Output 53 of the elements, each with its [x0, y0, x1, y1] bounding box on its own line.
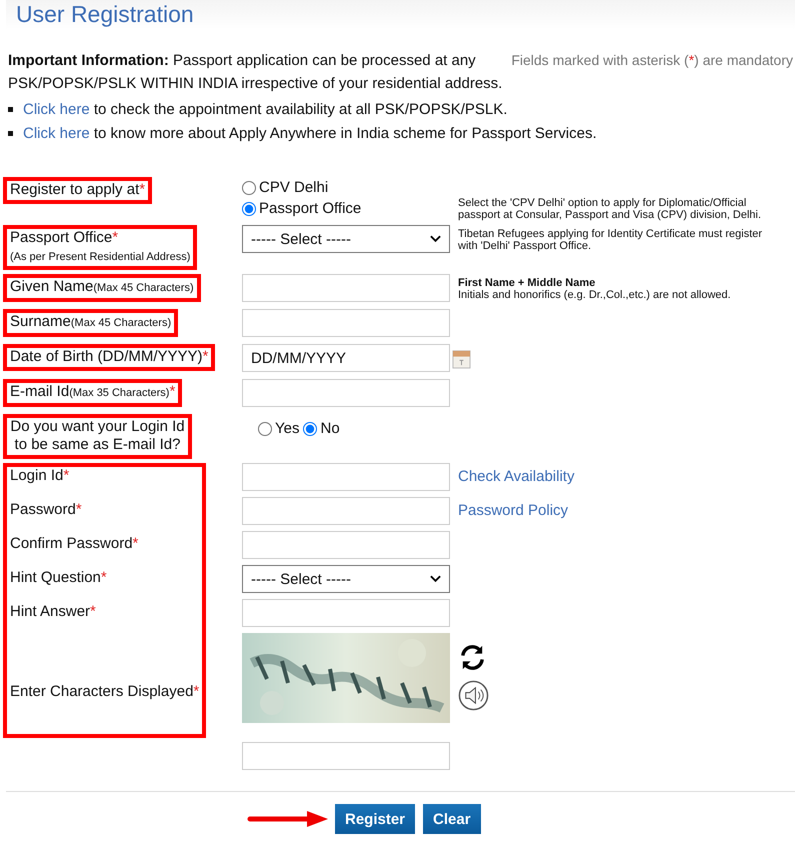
- select-dropdown[interactable]: ----- Select -----: [242, 225, 450, 253]
- radio-button[interactable]: [258, 422, 272, 436]
- field-label: Enter Characters Displayed*: [10, 682, 200, 701]
- help-text: Select the 'CPV Delhi' option to apply for Diplomatic/Official passport at Consular, Passport and Visa (CPV) division, Delhi.: [458, 197, 762, 221]
- input-field[interactable]: [242, 531, 450, 559]
- radio-label: Passport Office: [259, 200, 362, 217]
- input-field[interactable]: [242, 274, 450, 302]
- field-label: Given Name(Max 45 Characters): [10, 278, 194, 297]
- info-link-text: Click here to check the appointment availability at all PSK/POPSK/PSLK.: [23, 100, 508, 118]
- speaker-icon[interactable]: [458, 680, 489, 711]
- radio-button[interactable]: [303, 422, 318, 436]
- input-field[interactable]: [242, 742, 450, 770]
- form-button[interactable]: Clear: [423, 804, 481, 834]
- field-label: Password*: [10, 501, 82, 519]
- side-link[interactable]: Password Policy: [458, 502, 568, 519]
- radio-label: Yes: [275, 420, 300, 437]
- radio-button[interactable]: [242, 180, 256, 194]
- bullet-icon: [8, 130, 13, 136]
- field-label: Do you want your Login Id to be same as E-mail Id?: [10, 418, 185, 454]
- input-field[interactable]: [242, 309, 450, 337]
- bullet-icon: [8, 106, 13, 112]
- input-field[interactable]: [242, 497, 450, 525]
- field-label: Date of Birth (DD/MM/YYYY)*: [10, 348, 208, 366]
- date-field[interactable]: DD/MM/YYYY: [242, 344, 450, 372]
- help-text: Tibetan Refugees applying for Identity Certificate must register with 'Delhi' Passport Office.: [458, 228, 764, 252]
- chevron-down-icon: [430, 235, 441, 243]
- field-label: Register to apply at*: [10, 181, 146, 199]
- field-label: Login Id*: [10, 467, 70, 485]
- input-field[interactable]: [242, 599, 450, 627]
- info-text: Important Information: Passport application can be processed at any PSK/POPSK/PSLK WITHIN INDIA irrespective of your residential address.: [8, 51, 504, 94]
- page-title: User Registration: [15, 0, 195, 28]
- field-label: Passport Office* (As per Present Residential Address): [10, 229, 190, 265]
- radio-label: CPV Delhi: [259, 179, 328, 196]
- field-label: Hint Question*: [10, 569, 107, 587]
- calendar-icon[interactable]: [452, 348, 471, 369]
- side-link[interactable]: Check Availability: [458, 468, 574, 485]
- refresh-icon[interactable]: [458, 643, 487, 672]
- input-field[interactable]: [242, 463, 450, 491]
- field-label: Surname(Max 45 Characters): [10, 313, 172, 332]
- click-here-link[interactable]: Click here: [23, 124, 90, 142]
- info-link-text: Click here to know more about Apply Anywhere in India scheme for Passport Services.: [23, 124, 597, 142]
- field-label: Confirm Password*: [10, 535, 138, 553]
- mandatory-note: Fields marked with asterisk (*) are mandatory: [511, 52, 793, 70]
- help-text: First Name + Middle Name Initials and honorifics (e.g. Dr.,Col.,etc.) are not allowed.: [458, 277, 732, 301]
- chevron-down-icon: [430, 575, 441, 583]
- select-dropdown[interactable]: ----- Select -----: [242, 565, 450, 593]
- click-here-link[interactable]: Click here: [23, 100, 90, 118]
- radio-button[interactable]: [242, 202, 256, 216]
- form-button[interactable]: Register: [335, 804, 416, 834]
- field-label: E-mail Id(Max 35 Characters)*: [10, 383, 176, 402]
- field-label: Hint Answer*: [10, 603, 96, 621]
- radio-label: No: [320, 420, 340, 437]
- input-field[interactable]: [242, 379, 450, 407]
